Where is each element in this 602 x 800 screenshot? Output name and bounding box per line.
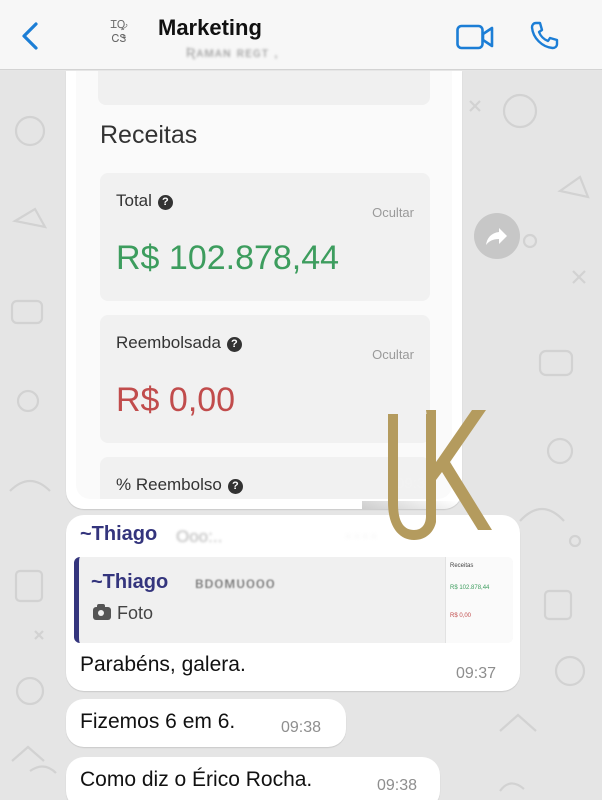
sender-name[interactable]: ~Thiago	[80, 523, 157, 546]
dashboard-top-card	[98, 71, 430, 105]
total-value: R$ 102.878,44	[116, 239, 340, 277]
thumb-refunded: R$ 0,00	[450, 613, 472, 619]
help-icon: ?	[227, 479, 243, 494]
help-icon: ?	[226, 337, 242, 352]
message-text: Fizemos 6 em 6.	[80, 710, 236, 733]
section-title: Receitas	[100, 121, 198, 149]
group-avatar[interactable]: ꞮꝘ ᏟᏕ	[102, 18, 136, 58]
quoted-sender: ~Thiago	[91, 571, 169, 593]
chevron-left-icon	[22, 22, 38, 50]
forward-icon	[486, 228, 507, 245]
message-time: 09:38	[377, 777, 418, 794]
text-message[interactable]: Fizemos 6 em 6. 09:38	[66, 699, 346, 747]
video-call-button[interactable]	[456, 24, 494, 50]
card-label: % Reembolso?	[116, 475, 243, 495]
hide-link: Ocultar	[372, 347, 414, 362]
sender-name-extra: Ooo:..	[176, 527, 223, 546]
total-card: Total? Ocultar R$ 102.878,44	[100, 173, 430, 301]
chat-area[interactable]: Receitas Total? Ocultar R$ 102.878,44 Re…	[0, 71, 602, 800]
message-text: Parabéns, galera.	[80, 653, 246, 676]
camera-icon	[93, 604, 111, 620]
hide-link: Ocultar	[372, 205, 414, 220]
quoted-sender-extra: ʙᴅᴏᴍᴜᴏᴏᴏ	[195, 575, 276, 592]
quoted-message[interactable]: ~Thiago ʙᴅᴏᴍᴜᴏᴏᴏ Foto Receitas R$ 102.87…	[74, 557, 513, 643]
refunded-card: Reembolsada? Ocultar R$ 0,00	[100, 315, 430, 443]
chat-title[interactable]: Marketing	[158, 15, 262, 41]
image-message[interactable]: Receitas Total? Ocultar R$ 102.878,44 Re…	[66, 71, 462, 509]
card-label: Total?	[116, 191, 173, 211]
forward-button[interactable]	[474, 213, 520, 259]
image-corner-shade	[362, 501, 462, 509]
dashboard-screenshot: Receitas Total? Ocultar R$ 102.878,44 Re…	[76, 71, 452, 499]
refunded-value: R$ 0,00	[116, 381, 236, 419]
message-time: 09:37	[456, 665, 497, 682]
card-label: Reembolsada?	[116, 333, 242, 353]
thumb-title: Receitas	[450, 563, 474, 569]
voice-call-button[interactable]	[528, 20, 560, 52]
quoted-type: Foto	[93, 603, 153, 624]
reply-message[interactable]: ~Thiago Ooo:.. · · · · ~Thiago ʙᴅᴏᴍᴜᴏᴏᴏ …	[66, 515, 520, 691]
chat-subtitle: Ʀᴀᴍᴀɴ ʀᴇɢᴛ ,	[186, 44, 279, 60]
thumb-total: R$ 102.878,44	[450, 585, 490, 591]
quoted-thumbnail: Receitas R$ 102.878,44 R$ 0,00	[445, 557, 513, 643]
phone-icon	[530, 21, 559, 50]
message-time: 09:3	[396, 475, 426, 492]
message-time: 09:38	[281, 719, 322, 736]
text-message[interactable]: Como diz o Érico Rocha. 09:38	[66, 757, 440, 800]
refund-percent-card: % Reembolso?	[100, 457, 430, 499]
sender-phone: · · · ·	[346, 527, 377, 543]
message-text: Como diz o Érico Rocha.	[80, 768, 313, 791]
back-button[interactable]	[14, 18, 48, 54]
chat-header: ꞮꝘ ᏟᏕ Marketing Ʀᴀᴍᴀɴ ʀᴇɢᴛ ,	[0, 0, 602, 70]
video-call-icon	[456, 24, 494, 50]
help-icon: ?	[157, 195, 173, 210]
